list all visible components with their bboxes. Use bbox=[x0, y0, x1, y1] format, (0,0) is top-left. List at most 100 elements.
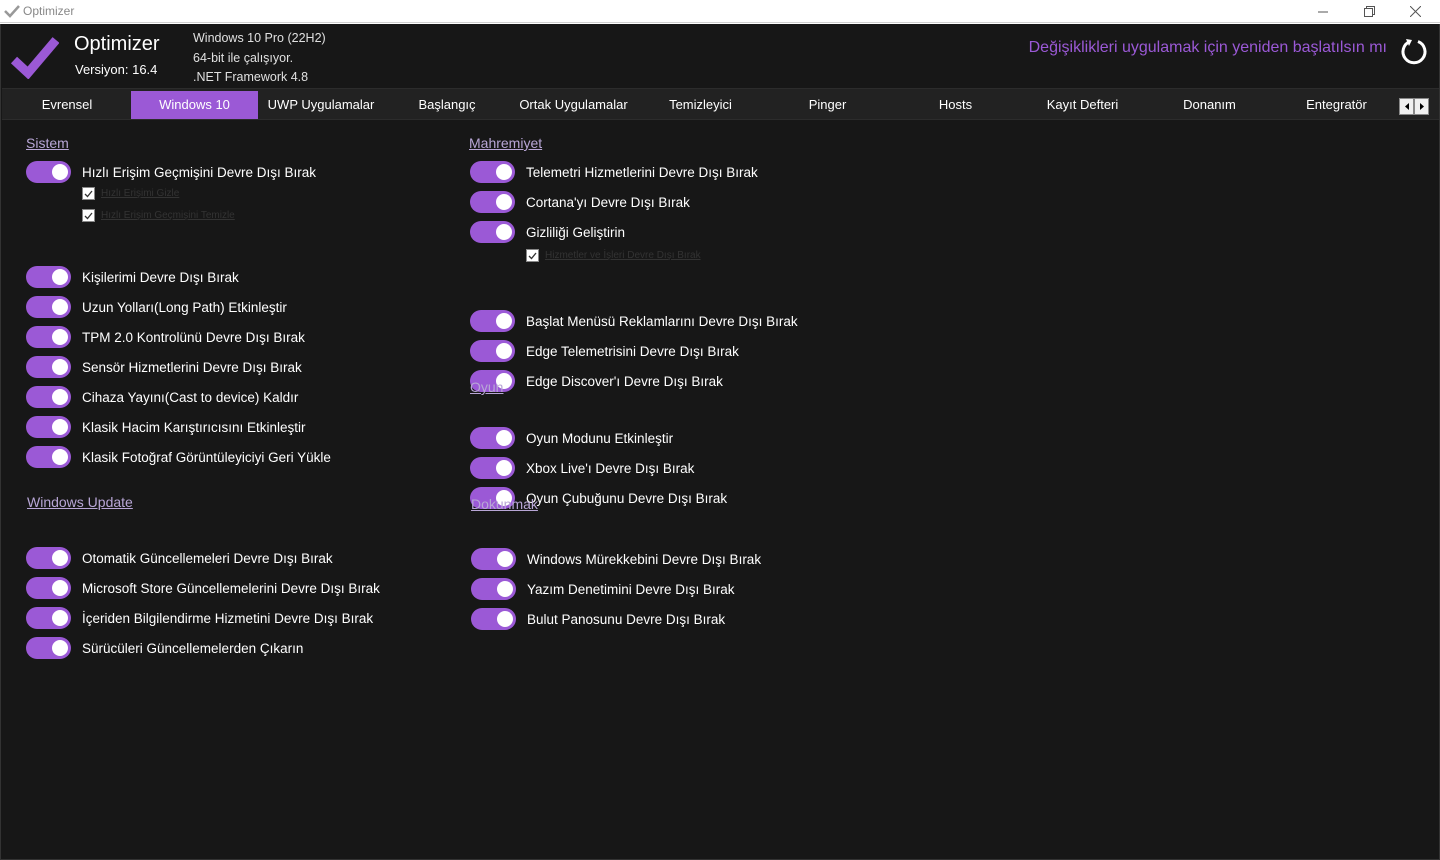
option-row: Hızlı Erişim Geçmişini Devre Dışı Bırak bbox=[26, 161, 316, 183]
option-label: Klasik Hacim Karıştırıcısını Etkinleştir bbox=[82, 419, 306, 435]
option-label: Gizliliği Geliştirin bbox=[526, 224, 626, 240]
checkbox[interactable] bbox=[526, 249, 539, 262]
option-row: Otomatik Güncellemeleri Devre Dışı Bırak bbox=[26, 547, 333, 569]
suboption-row: Hızlı Erişimi Gizle bbox=[82, 186, 179, 201]
os-version: Windows 10 Pro (22H2) bbox=[193, 31, 326, 45]
option-row: Oyun Modunu Etkinleştir bbox=[470, 427, 673, 449]
options-panel: Sistem Hızlı Erişim Geçmişini Devre Dışı… bbox=[1, 120, 1439, 859]
os-architecture: 64-bit ile çalışıyor. bbox=[193, 50, 294, 65]
checkbox[interactable] bbox=[82, 209, 95, 222]
toggle-switch[interactable] bbox=[26, 547, 71, 569]
option-label: Otomatik Güncellemeleri Devre Dışı Bırak bbox=[82, 550, 333, 566]
checkbox[interactable] bbox=[82, 187, 95, 200]
option-label: Xbox Live'ı Devre Dışı Bırak bbox=[526, 460, 695, 476]
toggle-switch[interactable] bbox=[26, 326, 71, 348]
option-row: TPM 2.0 Kontrolünü Devre Dışı Bırak bbox=[26, 326, 305, 348]
tab-startup[interactable]: Başlangıç bbox=[384, 91, 510, 119]
restart-prompt[interactable]: Değişiklikleri uygulamak için yeniden ba… bbox=[1029, 39, 1387, 57]
header: Optimizer Versiyon: 16.4 Windows 10 Pro … bbox=[1, 24, 1439, 87]
logo-check-icon bbox=[11, 37, 59, 79]
toggle-switch[interactable] bbox=[26, 637, 71, 659]
app-window: Optimizer Versiyon: 16.4 Windows 10 Pro … bbox=[0, 24, 1440, 860]
restart-icon[interactable] bbox=[1399, 36, 1429, 66]
toggle-switch[interactable] bbox=[470, 427, 515, 449]
option-label: TPM 2.0 Kontrolünü Devre Dışı Bırak bbox=[82, 329, 305, 345]
toggle-switch[interactable] bbox=[471, 578, 516, 600]
option-label: Kişilerimi Devre Dışı Bırak bbox=[82, 269, 239, 285]
option-row: Sürücüleri Güncellemelerden Çıkarın bbox=[26, 637, 303, 659]
toggle-switch[interactable] bbox=[26, 161, 71, 183]
option-label: Microsoft Store Güncellemelerini Devre D… bbox=[82, 580, 380, 596]
section-title-windows-update: Windows Update bbox=[27, 494, 133, 510]
app-version: Versiyon: 16.4 bbox=[75, 62, 158, 77]
option-label: İçeriden Bilgilendirme Hizmetini Devre D… bbox=[82, 610, 374, 626]
option-row: Başlat Menüsü Reklamlarını Devre Dışı Bı… bbox=[470, 310, 798, 332]
toggle-switch[interactable] bbox=[26, 356, 71, 378]
tab-integrator[interactable]: Entegratör bbox=[1273, 91, 1400, 119]
close-button[interactable] bbox=[1392, 0, 1438, 23]
option-row: Cortana'yı Devre Dışı Bırak bbox=[470, 191, 690, 213]
toggle-switch[interactable] bbox=[26, 296, 71, 318]
option-row: Gizliliği Geliştirin bbox=[470, 221, 625, 243]
option-label: Windows Mürekkebini Devre Dışı Bırak bbox=[527, 551, 762, 567]
toggle-switch[interactable] bbox=[470, 191, 515, 213]
option-row: Yazım Denetimini Devre Dışı Bırak bbox=[471, 578, 735, 600]
toggle-switch[interactable] bbox=[470, 457, 515, 479]
option-row: Windows Mürekkebini Devre Dışı Bırak bbox=[471, 548, 761, 570]
tab-scroll-left-button[interactable] bbox=[1399, 98, 1414, 115]
option-row: Microsoft Store Güncellemelerini Devre D… bbox=[26, 577, 380, 599]
toggle-switch[interactable] bbox=[470, 340, 515, 362]
option-label: Telemetri Hizmetlerini Devre Dışı Bırak bbox=[526, 164, 758, 180]
minimize-button[interactable] bbox=[1300, 0, 1346, 23]
option-row: Edge Telemetrisini Devre Dışı Bırak bbox=[470, 340, 739, 362]
toggle-switch[interactable] bbox=[471, 608, 516, 630]
tab-registry[interactable]: Kayıt Defteri bbox=[1019, 91, 1146, 119]
toggle-switch[interactable] bbox=[471, 548, 516, 570]
title-bar: Optimizer bbox=[0, 0, 1440, 23]
suboption-label: Hızlı Erişimi Gizle bbox=[101, 188, 180, 199]
framework-version: .NET Framework 4.8 bbox=[193, 70, 309, 84]
restore-button[interactable] bbox=[1346, 0, 1392, 23]
tab-uwp[interactable]: UWP Uygulamalar bbox=[258, 91, 384, 119]
option-row: Klasik Fotoğraf Görüntüleyiciyi Geri Yük… bbox=[26, 446, 331, 468]
toggle-switch[interactable] bbox=[470, 221, 515, 243]
tab-windows-10[interactable]: Windows 10 bbox=[131, 91, 258, 119]
option-row: Klasik Hacim Karıştırıcısını Etkinleştir bbox=[26, 416, 306, 438]
toggle-switch[interactable] bbox=[26, 416, 71, 438]
close-icon bbox=[1409, 6, 1421, 17]
option-row: İçeriden Bilgilendirme Hizmetini Devre D… bbox=[26, 607, 373, 629]
tab-pinger[interactable]: Pinger bbox=[764, 91, 891, 119]
app-check-icon bbox=[4, 5, 20, 18]
tab-scroll-right-button[interactable] bbox=[1414, 98, 1429, 115]
option-row: Xbox Live'ı Devre Dışı Bırak bbox=[470, 457, 694, 479]
option-row: Telemetri Hizmetlerini Devre Dışı Bırak bbox=[470, 161, 758, 183]
system-info: Windows 10 Pro (22H2) 64-bit ile çalışıy… bbox=[193, 29, 326, 88]
section-title-dokunmak: Dokunmak bbox=[471, 496, 538, 512]
toggle-switch[interactable] bbox=[26, 607, 71, 629]
section-title-oyun: Oyun bbox=[470, 379, 504, 395]
tab-evrensel[interactable]: Evrensel bbox=[2, 91, 132, 119]
toggle-switch[interactable] bbox=[470, 161, 515, 183]
option-label: Edge Telemetrisini Devre Dışı Bırak bbox=[526, 343, 739, 359]
chevron-left-icon bbox=[1404, 103, 1409, 110]
tab-scroll-arrows bbox=[1399, 98, 1429, 115]
toggle-switch[interactable] bbox=[26, 446, 71, 468]
tab-hosts[interactable]: Hosts bbox=[892, 91, 1019, 119]
toggle-switch[interactable] bbox=[26, 266, 71, 288]
option-row: Cihaza Yayını(Cast to device) Kaldır bbox=[26, 386, 298, 408]
tab-common-apps[interactable]: Ortak Uygulamalar bbox=[510, 91, 637, 119]
option-label: Cihaza Yayını(Cast to device) Kaldır bbox=[82, 389, 299, 405]
tab-hardware[interactable]: Donanım bbox=[1146, 91, 1273, 119]
suboption-row: Hızlı Erişim Geçmişini Temizle bbox=[82, 208, 235, 223]
option-label: Klasik Fotoğraf Görüntüleyiciyi Geri Yük… bbox=[82, 449, 331, 465]
checkmark-icon bbox=[84, 212, 93, 219]
tab-cleaner[interactable]: Temizleyici bbox=[637, 91, 764, 119]
tab-bar: Evrensel Windows 10 UWP Uygulamalar Başl… bbox=[2, 88, 1439, 120]
toggle-switch[interactable] bbox=[470, 310, 515, 332]
toggle-switch[interactable] bbox=[26, 386, 71, 408]
suboption-label: Hızlı Erişim Geçmişini Temizle bbox=[101, 210, 235, 221]
option-label: Oyun Çubuğunu Devre Dışı Bırak bbox=[526, 490, 728, 506]
toggle-switch[interactable] bbox=[26, 577, 71, 599]
option-label: Edge Discover'ı Devre Dışı Bırak bbox=[526, 373, 723, 389]
suboption-label: Hizmetler ve İşleri Devre Dışı Bırak bbox=[545, 250, 701, 261]
